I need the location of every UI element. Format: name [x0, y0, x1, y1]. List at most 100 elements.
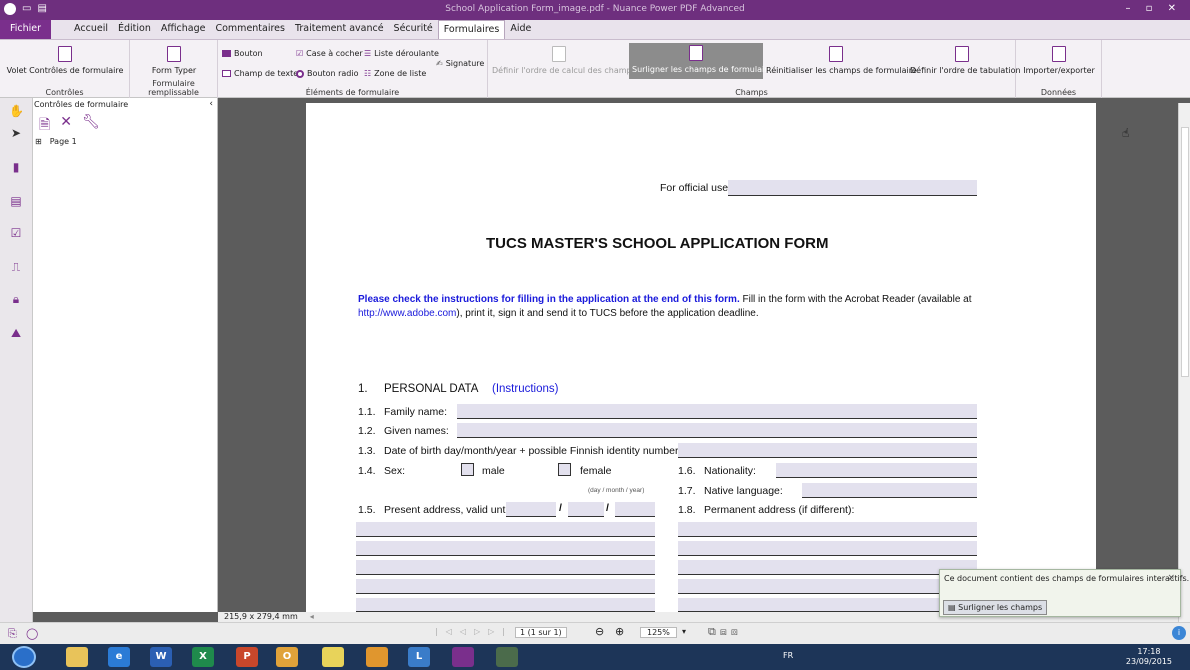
instructions-link[interactable]: (Instructions)	[492, 383, 558, 395]
liste-deroulante-button[interactable]: ☰ Liste déroulante	[364, 49, 439, 58]
date-of-birth-field[interactable]	[678, 443, 977, 458]
properties-wrench-icon[interactable]: 🔧︎	[82, 114, 100, 138]
select-tool-icon[interactable]: ➤	[9, 126, 23, 140]
group-label-champs: Champs	[735, 88, 768, 97]
dropdown-list-icon: ☰	[364, 49, 372, 58]
delete-icon[interactable]: ✕	[60, 114, 72, 138]
native-language-field[interactable]	[802, 483, 977, 498]
excel-icon[interactable]: X	[192, 647, 214, 667]
form-fields-icon[interactable]: ☑	[9, 226, 23, 240]
permanent-address-line[interactable]	[678, 598, 977, 612]
present-address-line[interactable]	[356, 598, 655, 612]
zoom-level[interactable]: 125%	[640, 627, 677, 638]
zoom-in-icon[interactable]: ⊕	[615, 625, 624, 638]
official-use-field[interactable]	[728, 180, 977, 196]
scroll-left-icon[interactable]: ◂	[310, 612, 314, 621]
reinitialiser-button[interactable]: Réinitialiser les champs de formulaire	[766, 46, 917, 75]
present-address-line[interactable]	[356, 579, 655, 594]
menu-fichier[interactable]: Fichier	[0, 20, 52, 39]
valid-until-month-field[interactable]	[568, 502, 604, 517]
zoom-dropdown-icon[interactable]: ▾	[682, 627, 686, 636]
male-checkbox[interactable]	[461, 463, 474, 476]
form-typer-button[interactable]: Form Typer	[138, 46, 210, 75]
internet-explorer-icon[interactable]: e	[108, 647, 130, 667]
valid-until-year-field[interactable]	[615, 502, 655, 517]
import-export-icon	[1052, 46, 1066, 62]
valid-until-day-field[interactable]	[506, 502, 556, 517]
expand-icon[interactable]: ⊞	[35, 137, 42, 146]
scrollbar-thumb[interactable]	[1181, 127, 1189, 377]
stamp-icon[interactable]: ⎍	[9, 260, 23, 274]
close-notification-icon[interactable]: ×	[1167, 573, 1175, 583]
checkbox-icon: ☑	[296, 49, 304, 58]
champ-texte-button[interactable]: Champ de texte	[222, 69, 298, 78]
present-address-line[interactable]	[356, 522, 655, 537]
nationality-field[interactable]	[776, 463, 977, 478]
menu-accueil[interactable]: Accueil	[69, 20, 113, 39]
word-icon[interactable]: W	[150, 647, 172, 667]
new-field-icon[interactable]: 🗎︎	[39, 114, 50, 138]
page-indicator[interactable]: 1 (1 sur 1)	[515, 627, 567, 638]
pages-icon[interactable]: ▤	[9, 194, 23, 208]
female-checkbox[interactable]	[558, 463, 571, 476]
permanent-address-line[interactable]	[678, 522, 977, 537]
bouton-radio-button[interactable]: Bouton radio	[296, 69, 358, 78]
attachment-icon[interactable]: ⎘	[8, 627, 17, 641]
powerpoint-icon[interactable]: P	[236, 647, 258, 667]
group-label-controles: Contrôles	[45, 88, 84, 97]
app-icon[interactable]	[496, 647, 518, 667]
page-nav-icons[interactable]: |◁◁▷▷|	[435, 627, 513, 636]
image-icon[interactable]: ⛰︎	[9, 326, 23, 340]
user-app-icon[interactable]	[322, 647, 344, 667]
menu-formulaires[interactable]: Formulaires	[437, 20, 506, 39]
family-name-field[interactable]	[457, 404, 977, 419]
surligner-champs-button[interactable]: Surligner les champs de formulaire	[629, 43, 772, 79]
menu-commentaires[interactable]: Commentaires	[210, 20, 290, 39]
case-cocher-button[interactable]: ☑ Case à cocher	[296, 49, 363, 58]
signature-button[interactable]: ✍ Signature	[436, 59, 484, 68]
lang-indicator[interactable]: FR	[783, 651, 793, 660]
instructions-rest: Fill in the form with the Acrobat Reader…	[739, 294, 972, 305]
menu-securite[interactable]: Sécurité	[389, 20, 438, 39]
volet-controles-button[interactable]: Volet Contrôles de formulaire	[4, 46, 126, 75]
chrome-icon[interactable]	[366, 647, 388, 667]
present-address-line[interactable]	[356, 560, 655, 575]
info-icon[interactable]: i	[1172, 626, 1186, 640]
permanent-address-line[interactable]	[678, 579, 977, 594]
bookmarks-icon[interactable]: ▮	[9, 160, 23, 174]
vertical-scrollbar[interactable]	[1178, 103, 1190, 625]
zone-liste-button[interactable]: ☷ Zone de liste	[364, 69, 426, 78]
highlight-fields-notification-button[interactable]: ▤ Surligner les champs	[943, 600, 1048, 615]
window-controls[interactable]: – ▫ ✕	[1125, 3, 1182, 14]
menu-edition[interactable]: Édition	[113, 20, 156, 39]
permanent-address-line[interactable]	[678, 560, 977, 575]
given-names-field[interactable]	[457, 423, 977, 438]
tree-item-page1[interactable]: ⊞ Page 1	[35, 137, 77, 146]
bouton-button[interactable]: Bouton	[222, 49, 263, 58]
lync-icon[interactable]: L	[408, 647, 430, 667]
ordre-tabulation-button[interactable]: Définir l'ordre de tabulation	[910, 46, 1021, 75]
menu-bar: Fichier Accueil Édition Affichage Commen…	[0, 20, 1190, 40]
file-explorer-icon[interactable]	[66, 647, 88, 667]
window-title: School Application Form_image.pdf - Nuan…	[445, 4, 745, 14]
comments-icon[interactable]: ◯	[26, 627, 38, 640]
start-button-icon[interactable]	[12, 646, 36, 668]
lock-icon[interactable]: 🔒︎	[9, 292, 23, 306]
menu-affichage[interactable]: Affichage	[156, 20, 211, 39]
menu-traitement-avance[interactable]: Traitement avancé	[290, 20, 389, 39]
outlook-icon[interactable]: O	[276, 647, 298, 667]
importer-exporter-button[interactable]: Importer/exporter	[1020, 46, 1098, 75]
taskbar-clock[interactable]: 17:18 23/09/2015	[1126, 647, 1172, 667]
hand-tool-icon[interactable]: ✋	[9, 104, 24, 118]
zoom-out-icon[interactable]: ⊖	[595, 625, 604, 638]
view-mode-icons[interactable]: ⧉⧈⧇	[708, 625, 742, 639]
permanent-address-line[interactable]	[678, 541, 977, 556]
adobe-link[interactable]: http://www.adobe.com	[358, 308, 456, 319]
menu-aide[interactable]: Aide	[505, 20, 536, 39]
power-pdf-icon[interactable]	[452, 647, 474, 667]
collapse-panel-icon[interactable]: ‹	[209, 99, 213, 109]
ordre-calcul-button[interactable]: Définir l'ordre de calcul des champs	[492, 46, 636, 75]
group-label-formulaire-remplissable: Formulaire remplissable	[148, 79, 199, 97]
present-address-line[interactable]	[356, 541, 655, 556]
tab-order-icon	[955, 46, 969, 62]
